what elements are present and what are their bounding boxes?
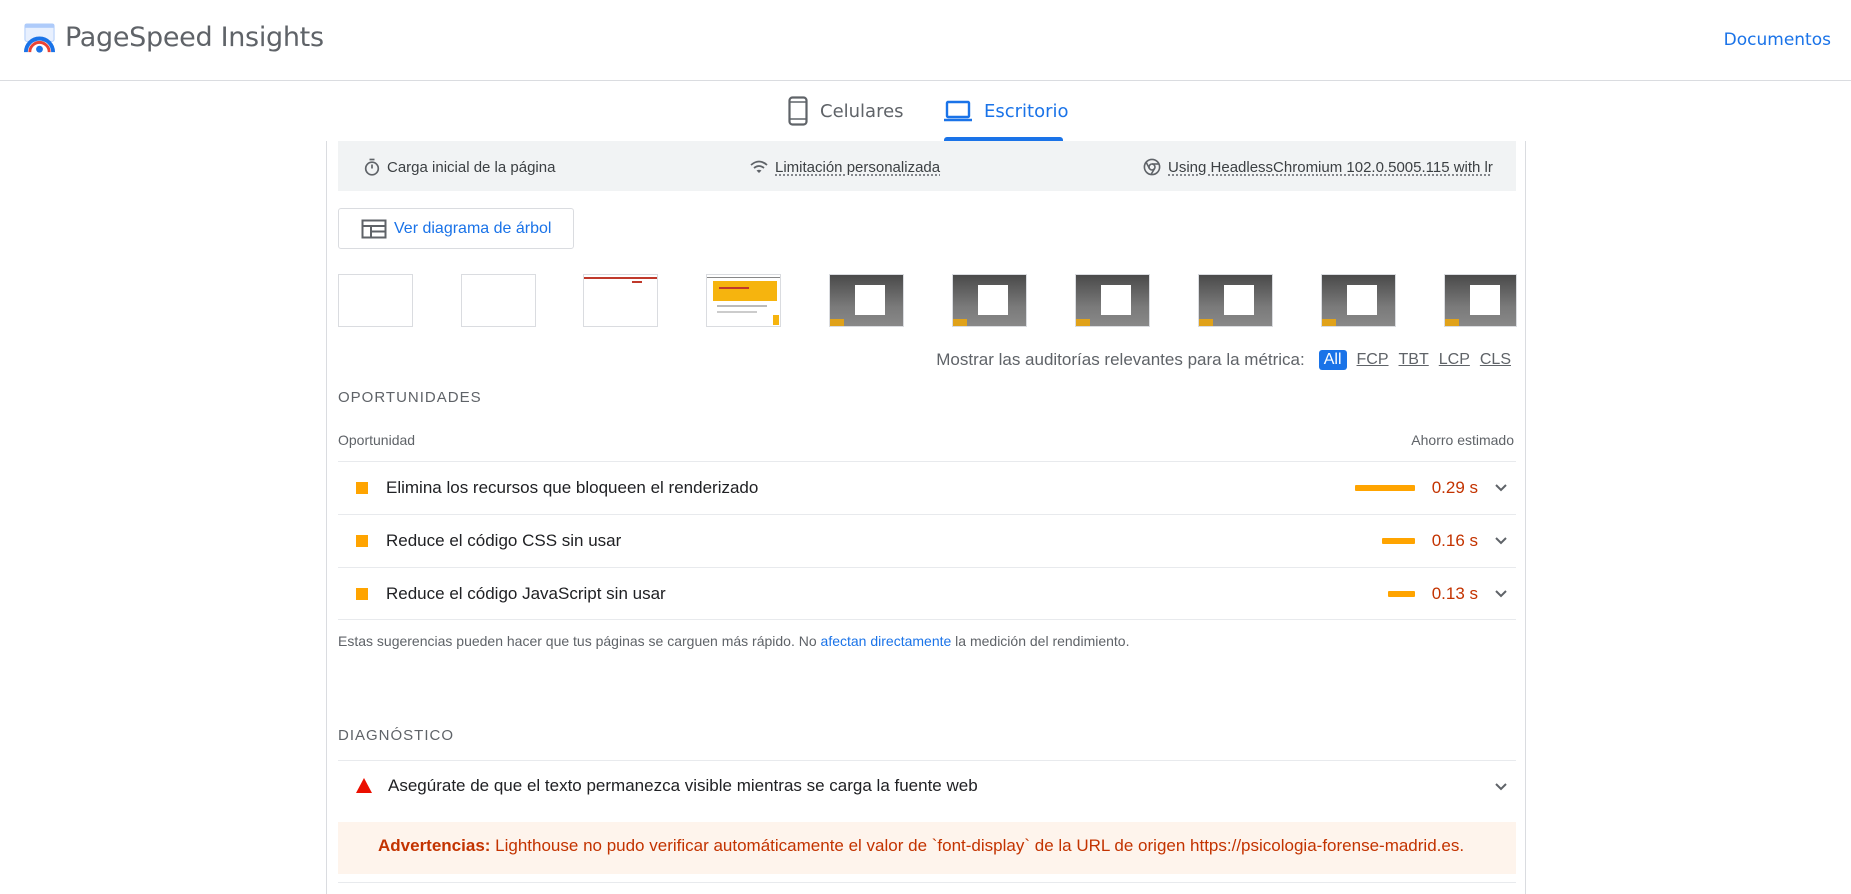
divider — [338, 882, 1516, 883]
opportunity-row-unused-css[interactable]: Reduce el código CSS sin usar 0.16 s — [338, 514, 1516, 567]
metric-chip-cls[interactable]: CLS — [1480, 351, 1511, 369]
savings-value: 0.16 s — [1431, 531, 1478, 550]
tab-mobile-label: Celulares — [820, 100, 904, 122]
average-score-icon — [356, 482, 368, 494]
warning-text: Lighthouse no pudo verificar automáticam… — [490, 836, 1465, 855]
diagnostic-row-font-display[interactable]: Asegúrate de que el texto permanezca vis… — [338, 760, 1516, 812]
metric-chip-fcp[interactable]: FCP — [1357, 351, 1389, 369]
meta-item-label: Using HeadlessChromium 102.0.5005.115 wi… — [1168, 158, 1493, 176]
filmstrip — [338, 274, 1518, 327]
metric-filter-label: Mostrar las auditorías relevantes para l… — [936, 350, 1305, 369]
metric-filter: Mostrar las auditorías relevantes para l… — [936, 350, 1511, 370]
device-tabs: Celulares Escritorio — [0, 81, 1851, 141]
filmstrip-frame — [1075, 274, 1150, 327]
filmstrip-frame — [338, 274, 413, 327]
chevron-down-icon[interactable] — [1494, 483, 1508, 493]
warning-box: Advertencias: Lighthouse no pudo verific… — [338, 822, 1516, 874]
filmstrip-frame — [829, 274, 904, 327]
wifi-icon — [750, 160, 768, 173]
average-score-icon — [356, 535, 368, 547]
meta-item-throttling[interactable]: Limitación personalizada — [750, 157, 940, 177]
run-metadata: Carga inicial de la página Limitación pe… — [338, 141, 1516, 191]
savings-value: 0.29 s — [1431, 478, 1478, 497]
docs-link[interactable]: Documentos — [1724, 30, 1831, 50]
opportunities-section-title: OPORTUNIDADES — [338, 389, 482, 406]
average-score-icon — [356, 587, 368, 600]
opportunity-title: Reduce el código CSS sin usar — [386, 531, 622, 550]
metric-chip-lcp[interactable]: LCP — [1439, 351, 1470, 369]
active-tab-indicator — [944, 137, 1063, 141]
view-treemap-button[interactable]: Ver diagrama de árbol — [338, 208, 574, 249]
savings-column-header: Ahorro estimado — [1411, 432, 1514, 448]
filmstrip-frame — [1444, 274, 1517, 327]
opportunity-title: Reduce el código JavaScript sin usar — [386, 583, 666, 603]
report-content: Carga inicial de la página Limitación pe… — [326, 141, 1526, 894]
diagnostic-title: Asegúrate de que el texto permanezca vis… — [388, 776, 978, 795]
filmstrip-frame — [583, 274, 658, 327]
opportunity-column-header: Oportunidad — [338, 432, 416, 448]
chevron-down-icon[interactable] — [1494, 589, 1508, 599]
hint-text: Estas sugerencias pueden hacer que tus p… — [338, 633, 821, 649]
opportunity-title: Elimina los recursos que bloqueen el ren… — [386, 478, 759, 497]
chrome-icon — [1143, 158, 1161, 176]
filmstrip-frame — [952, 274, 1027, 327]
meta-item-label: Carga inicial de la página — [387, 158, 556, 176]
laptop-icon — [944, 100, 972, 122]
hint-text-end: la medición del rendimiento. — [951, 633, 1130, 649]
meta-item-browser[interactable]: Using HeadlessChromium 102.0.5005.115 wi… — [1143, 157, 1493, 177]
opportunity-row-render-blocking[interactable]: Elimina los recursos que bloqueen el ren… — [338, 461, 1516, 514]
savings-value: 0.13 s — [1431, 583, 1478, 603]
meta-item-label: Limitación personalizada — [775, 158, 941, 176]
opportunities-hint: Estas sugerencias pueden hacer que tus p… — [338, 633, 1130, 649]
hint-link[interactable]: afectan directamente — [821, 633, 952, 649]
metric-chip-tbt[interactable]: TBT — [1399, 351, 1429, 369]
pagespeed-logo-icon — [23, 23, 56, 53]
view-treemap-label: Ver diagrama de árbol — [394, 219, 552, 237]
tab-desktop-label: Escritorio — [984, 100, 1069, 122]
opportunity-row-unused-js[interactable]: Reduce el código JavaScript sin usar 0.1… — [338, 567, 1516, 620]
filmstrip-frame — [1321, 274, 1396, 327]
tab-desktop[interactable]: Escritorio — [944, 81, 1069, 141]
filmstrip-frame — [706, 274, 781, 327]
treemap-icon — [361, 219, 387, 238]
diagnostics-section-title: DIAGNÓSTICO — [338, 727, 455, 744]
fail-triangle-icon — [356, 778, 372, 793]
app-header: PageSpeed Insights Documentos — [0, 0, 1851, 81]
metric-chip-all[interactable]: All — [1318, 350, 1347, 370]
filmstrip-frame — [1198, 274, 1273, 327]
chevron-down-icon[interactable] — [1494, 782, 1508, 792]
savings-bar — [1355, 485, 1415, 491]
brand-title: PageSpeed Insights — [65, 22, 324, 53]
tab-mobile[interactable]: Celulares — [788, 81, 904, 141]
smartphone-icon — [788, 96, 808, 126]
timer-icon — [364, 158, 380, 176]
chevron-down-icon[interactable] — [1494, 536, 1508, 546]
filmstrip-frame — [461, 274, 536, 327]
meta-item-initial-load: Carga inicial de la página — [364, 157, 555, 177]
savings-bar — [1382, 538, 1415, 544]
savings-bar — [1388, 590, 1415, 597]
warning-label: Advertencias: — [378, 836, 491, 855]
